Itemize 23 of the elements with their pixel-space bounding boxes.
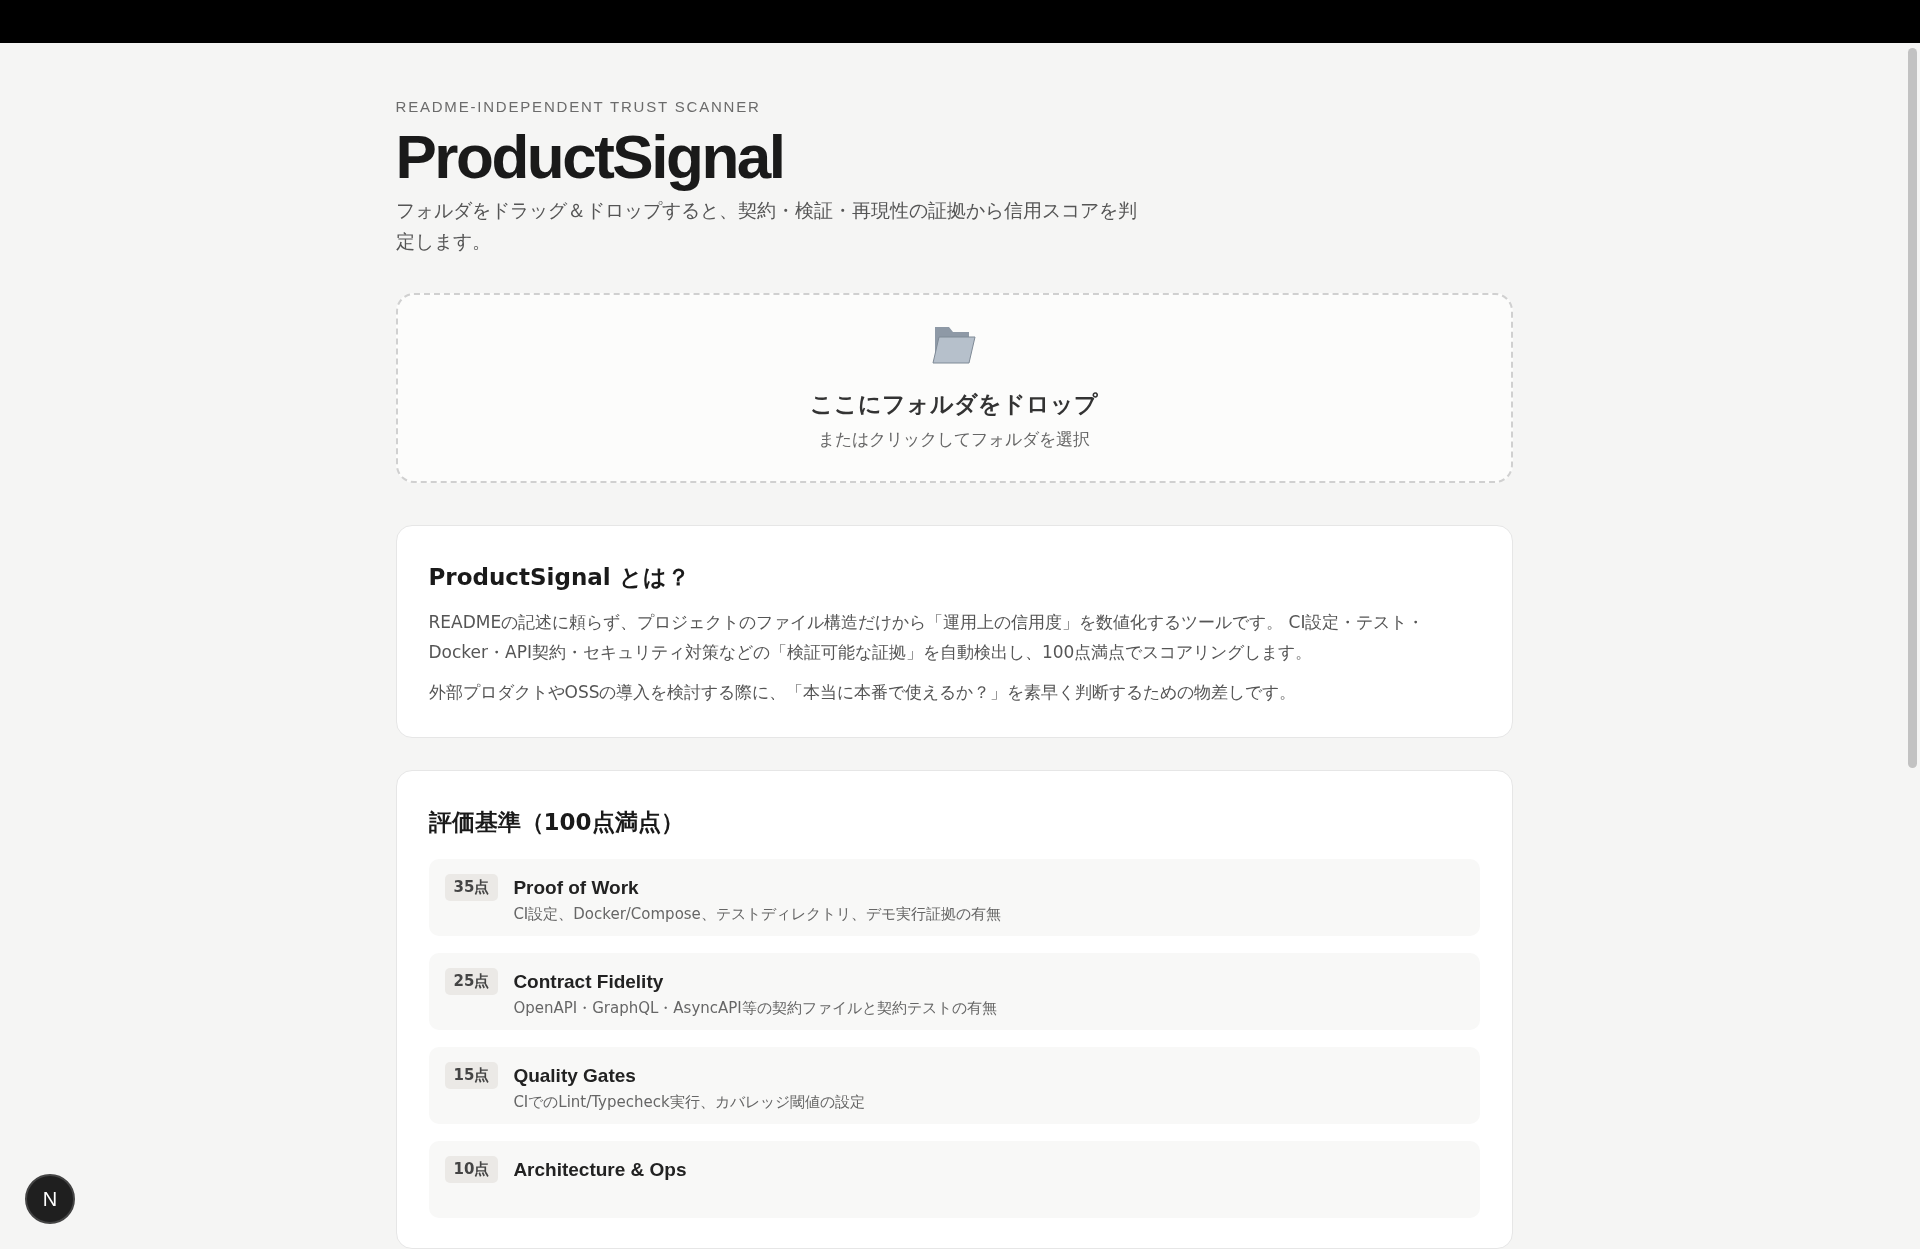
about-paragraph: READMEの記述に頼らず、プロジェクトのファイル構造だけから「運用上の信用度」を数値化するツールです。 CI設定・テスト・Docker・API契約・セキュリティ対策などの「検証可能な証拠」を自動検出し、100点満点でスコアリングします。 — [428, 610, 1426, 664]
points-badge: 10点 — [444, 1156, 499, 1183]
eyebrow-label: README-INDEPENDENT TRUST SCANNER — [395, 97, 762, 117]
criterion-detail: CIでのLint/Typecheck実行、カバレッジ閾値の設定 — [513, 1091, 865, 1113]
points-badge: 15点 — [444, 1062, 499, 1089]
about-paragraph: 外部プロダクトやOSSの導入を検討する際に、「本当に本番で使えるか？」を素早く判断するための物差しです。 — [428, 680, 1298, 704]
criterion-name: Contract Fidelity — [513, 970, 665, 994]
dropzone-title: ここにフォルダをドロップ — [810, 389, 1098, 419]
card-heading: ProductSignal とは？ — [428, 563, 691, 592]
points-badge: 35点 — [444, 874, 499, 901]
scrollbar-thumb[interactable] — [1908, 48, 1917, 768]
criterion-detail: OpenAPI・GraphQL・AsyncAPI等の契約ファイルと契約テストの有無 — [513, 997, 997, 1019]
page-title: ProductSignal — [395, 120, 785, 193]
criterion-name: Quality Gates — [513, 1064, 637, 1088]
criterion-name: Architecture & Ops — [513, 1158, 687, 1182]
criterion-detail: CI設定、Docker/Compose、テストディレクトリ、デモ実行証拠の有無 — [513, 903, 1001, 925]
folder-dropzone[interactable]: ここにフォルダをドロップ またはクリックしてフォルダを選択 — [395, 292, 1513, 483]
page-description: フォルダをドラッグ＆ドロップすると、契約・検証・再現性の証拠から信用スコアを判定します。 — [395, 197, 1138, 254]
card-heading: 評価基準（100点満点） — [428, 807, 685, 837]
points-badge: 25点 — [444, 968, 499, 995]
criterion-name: Proof of Work — [513, 876, 640, 900]
dropzone-hint: またはクリックしてフォルダを選択 — [818, 428, 1090, 452]
dev-tools-button[interactable]: N — [25, 1174, 75, 1224]
